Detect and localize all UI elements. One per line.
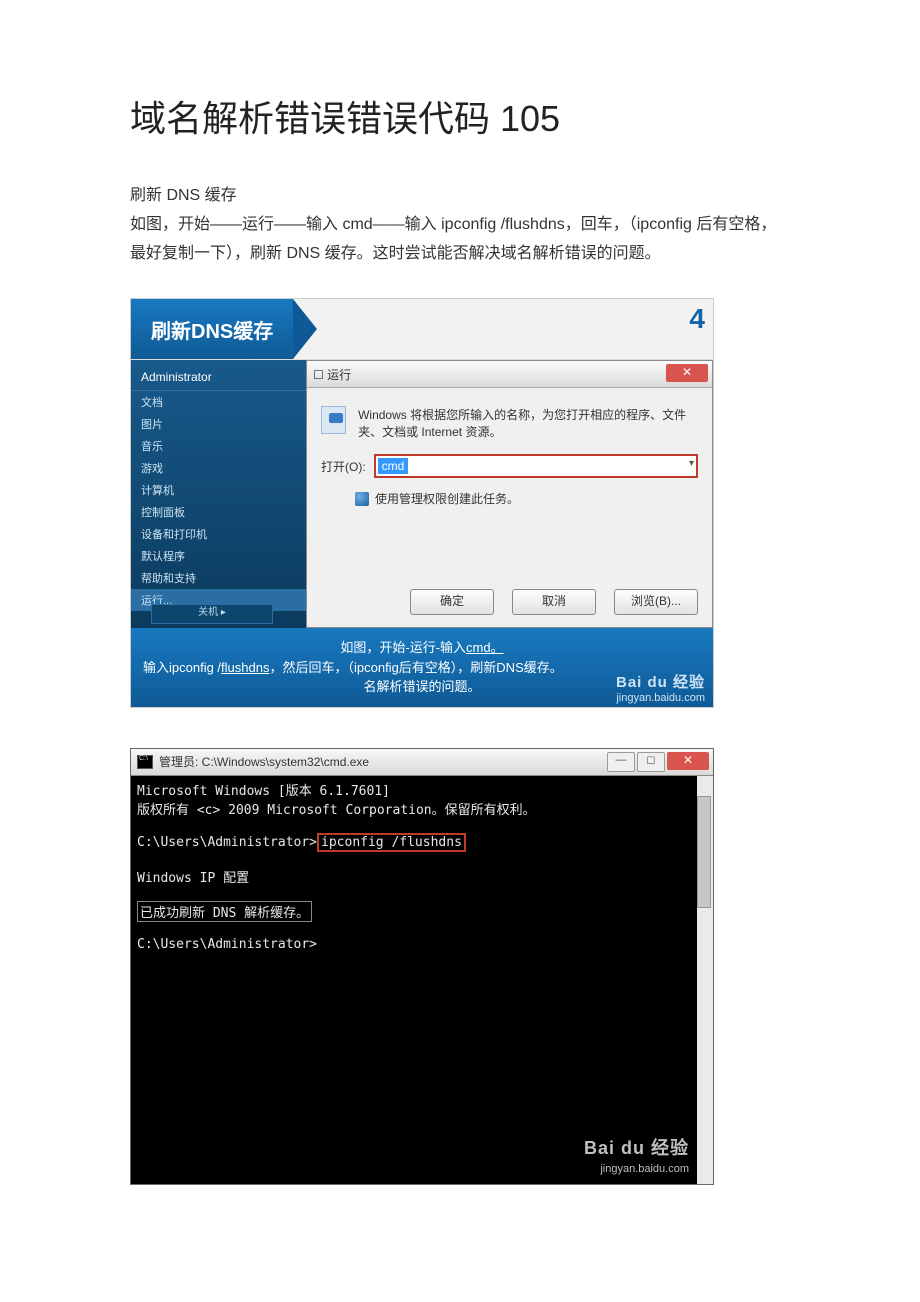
- close-button[interactable]: ✕: [666, 364, 708, 382]
- start-menu-item[interactable]: 游戏: [131, 457, 306, 479]
- step-band: 刷新DNS缓存 4: [131, 299, 713, 360]
- ok-button[interactable]: 确定: [410, 589, 494, 615]
- cmd-output[interactable]: Microsoft Windows [版本 6.1.7601] 版权所有 <c>…: [131, 776, 713, 1184]
- scrollbar-thumb[interactable]: [697, 796, 711, 908]
- cmd-line: C:\Users\Administrator>ipconfig /flushdn…: [137, 833, 707, 852]
- start-menu-item[interactable]: 文档: [131, 391, 306, 413]
- admin-note: 使用管理权限创建此任务。: [375, 490, 519, 507]
- power-button[interactable]: 关机 ▸: [151, 604, 273, 624]
- run-icon: [321, 406, 346, 434]
- scrollbar[interactable]: [697, 776, 713, 1184]
- run-dialog-titlebar: ☐ 运行 ✕: [307, 361, 712, 388]
- cmd-line: C:\Users\Administrator>: [137, 937, 707, 952]
- cmd-icon: [137, 755, 153, 769]
- start-menu-item[interactable]: 帮助和支持: [131, 567, 306, 589]
- cmd-title-text: 管理员: C:\Windows\system32\cmd.exe: [159, 753, 369, 770]
- run-dialog: ☐ 运行 ✕ Windows 将根据您所输入的名称，为您打开相应的程序、文件夹、…: [306, 360, 713, 628]
- start-menu-item[interactable]: 控制面板: [131, 501, 306, 523]
- run-description: Windows 将根据您所输入的名称，为您打开相应的程序、文件夹、文档或 Int…: [358, 406, 698, 440]
- maximize-button[interactable]: ◻: [637, 752, 665, 772]
- body-text: 刷新 DNS 缓存 如图，开始——运行——输入 cmd——输入 ipconfig…: [130, 182, 790, 268]
- watermark: Bai du 经验 jingyan.baidu.com: [584, 1138, 689, 1176]
- start-menu: Administrator 文档 图片 音乐 游戏 计算机 控制面板 设备和打印…: [131, 360, 306, 628]
- cmd-line: Microsoft Windows [版本 6.1.7601]: [137, 780, 707, 799]
- start-menu-item[interactable]: 音乐: [131, 435, 306, 457]
- step-tab: 刷新DNS缓存: [131, 299, 293, 359]
- run-input-value: cmd: [378, 458, 409, 474]
- page-title: 域名解析错误错误代码 105: [130, 90, 790, 142]
- chevron-down-icon[interactable]: ▾: [689, 458, 694, 469]
- cmd-command-highlight: ipconfig /flushdns: [317, 833, 466, 852]
- cmd-line: 版权所有 <c> 2009 Microsoft Corporation。保留所有…: [137, 799, 707, 818]
- cancel-button[interactable]: 取消: [512, 589, 596, 615]
- caption-bar: 如图，开始-运行-输入cmd。 输入ipconfig /flushdns，然后回…: [131, 628, 713, 707]
- start-menu-item[interactable]: 默认程序: [131, 545, 306, 567]
- instruction-text: 如图，开始——运行——输入 cmd——输入 ipconfig /flushdns…: [130, 211, 790, 269]
- screenshot-run-dialog: 刷新DNS缓存 4 Administrator 文档 图片 音乐 游戏 计算机 …: [130, 298, 714, 708]
- section-heading: 刷新 DNS 缓存: [130, 182, 790, 211]
- run-dialog-title: ☐ 运行: [313, 366, 351, 383]
- shield-icon: [355, 492, 369, 506]
- start-menu-item[interactable]: 计算机: [131, 479, 306, 501]
- cmd-line: 已成功刷新 DNS 解析缓存。: [137, 901, 707, 922]
- run-input[interactable]: cmd ▾: [374, 454, 698, 478]
- close-button[interactable]: ✕: [667, 752, 709, 770]
- cmd-line: Windows IP 配置: [137, 867, 707, 886]
- cmd-titlebar: 管理员: C:\Windows\system32\cmd.exe — ◻ ✕: [131, 749, 713, 776]
- open-label: 打开(O):: [321, 458, 366, 475]
- start-menu-item[interactable]: 图片: [131, 413, 306, 435]
- browse-button[interactable]: 浏览(B)...: [614, 589, 698, 615]
- screenshot-cmd: 管理员: C:\Windows\system32\cmd.exe — ◻ ✕ M…: [130, 748, 714, 1185]
- start-menu-item[interactable]: 设备和打印机: [131, 523, 306, 545]
- minimize-button[interactable]: —: [607, 752, 635, 772]
- step-number: 4: [689, 303, 705, 335]
- start-menu-user: Administrator: [131, 366, 306, 391]
- watermark: Bai du 经验 jingyan.baidu.com: [616, 674, 705, 705]
